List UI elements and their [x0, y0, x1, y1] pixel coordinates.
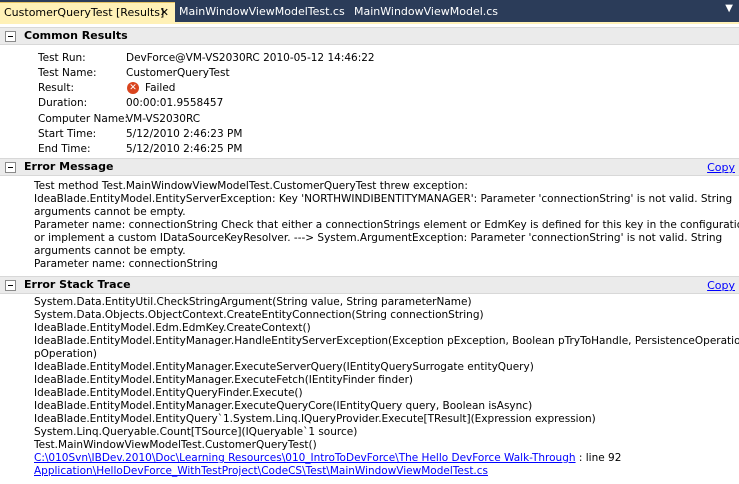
section-error-stack-trace: Error Stack Trace Copy: [0, 276, 739, 294]
field-label: Duration:: [38, 97, 88, 109]
field-value: 00:00:01.9558457: [126, 97, 224, 109]
field-label: Start Time:: [38, 128, 97, 140]
failed-icon: ✕: [127, 82, 139, 94]
stack-trace-line: System.Data.Objects.ObjectContext.Create…: [34, 309, 484, 321]
pin-icon[interactable]: ▼: [725, 3, 733, 14]
stack-trace-line: IdeaBlade.EntityModel.EntityQueryFinder.…: [34, 387, 303, 399]
collapse-toggle-icon[interactable]: [5, 280, 16, 291]
stack-trace-line: IdeaBlade.EntityModel.EntityQuery`1.Syst…: [34, 413, 596, 425]
tab-mainwindowviewmodeltest-cs[interactable]: MainWindowViewModelTest.cs: [179, 2, 345, 22]
field-value: VM-VS2030RC: [126, 113, 201, 125]
field-label: Test Name:: [38, 67, 97, 79]
stack-trace-line: System.Data.EntityUtil.CheckStringArgume…: [34, 296, 472, 308]
stack-trace-line: IdeaBlade.EntityModel.EntityManager.Exec…: [34, 374, 413, 386]
stack-trace-line: IdeaBlade.EntityModel.EntityManager.Exec…: [34, 361, 534, 373]
field-label: End Time:: [38, 143, 91, 155]
stack-trace-source-line: Application\HelloDevForce_WithTestProjec…: [34, 465, 488, 478]
section-common-results: Common Results: [0, 27, 739, 45]
source-file-link[interactable]: Application\HelloDevForce_WithTestProjec…: [34, 465, 488, 477]
result-status: Failed: [145, 82, 176, 94]
section-error-message: Error Message Copy: [0, 158, 739, 176]
copy-error-message-link[interactable]: Copy: [707, 161, 735, 174]
tab-label: MainWindowViewModel.cs: [354, 5, 499, 18]
error-message-line: or implement a custom IDataSourceKeyReso…: [34, 232, 723, 244]
section-title: Error Message: [24, 160, 114, 173]
stack-trace-line: IdeaBlade.EntityModel.EntityManager.Hand…: [34, 335, 739, 347]
close-icon[interactable]: ✕: [160, 3, 169, 23]
section-title: Common Results: [24, 29, 128, 42]
copy-stack-trace-link[interactable]: Copy: [707, 279, 735, 292]
field-value: 5/12/2010 2:46:25 PM: [126, 143, 243, 155]
stack-trace-line: IdeaBlade.EntityModel.EntityManager.Exec…: [34, 400, 533, 412]
error-message-line: arguments cannot be empty.: [34, 245, 186, 257]
section-title: Error Stack Trace: [24, 278, 131, 291]
field-value: DevForce@VM-VS2030RC 2010-05-12 14:46:22: [126, 52, 375, 64]
field-value: CustomerQueryTest: [126, 67, 230, 79]
tab-label: MainWindowViewModelTest.cs: [179, 5, 345, 18]
stack-trace-source-line: C:\010Svn\IBDev.2010\Doc\Learning Resour…: [34, 452, 621, 465]
field-label: Result:: [38, 82, 74, 94]
field-value: 5/12/2010 2:46:23 PM: [126, 128, 243, 140]
tab-label: CustomerQueryTest [Results]: [4, 6, 165, 19]
field-label: Computer Name:: [38, 113, 129, 125]
tab-mainwindowviewmodel-cs[interactable]: MainWindowViewModel.cs: [354, 2, 498, 22]
stack-trace-line: IdeaBlade.EntityModel.Edm.EdmKey.CreateC…: [34, 322, 311, 334]
field-label: Test Run:: [38, 52, 86, 64]
error-message-line: Test method Test.MainWindowViewModelTest…: [34, 180, 468, 192]
stack-trace-line: pOperation): [34, 348, 98, 360]
tab-underline: [0, 22, 739, 24]
stack-trace-line: System.Linq.Queryable.Count[TSource](IQu…: [34, 426, 358, 438]
collapse-toggle-icon[interactable]: [5, 162, 16, 173]
stack-trace-line: Test.MainWindowViewModelTest.CustomerQue…: [34, 439, 317, 451]
tab-customerquerytest-results[interactable]: CustomerQueryTest [Results] ✕: [0, 2, 175, 22]
collapse-toggle-icon[interactable]: [5, 31, 16, 42]
error-message-line: Parameter name: connectionString: [34, 258, 218, 270]
document-tab-strip: CustomerQueryTest [Results] ✕ MainWindow…: [0, 0, 739, 22]
source-line-number: : line 92: [578, 452, 622, 464]
error-message-line: Parameter name: connectionString Check t…: [34, 219, 739, 231]
error-message-line: IdeaBlade.EntityModel.EntityServerExcept…: [34, 193, 733, 205]
source-file-link[interactable]: C:\010Svn\IBDev.2010\Doc\Learning Resour…: [34, 452, 576, 464]
error-message-line: arguments cannot be empty.: [34, 206, 186, 218]
